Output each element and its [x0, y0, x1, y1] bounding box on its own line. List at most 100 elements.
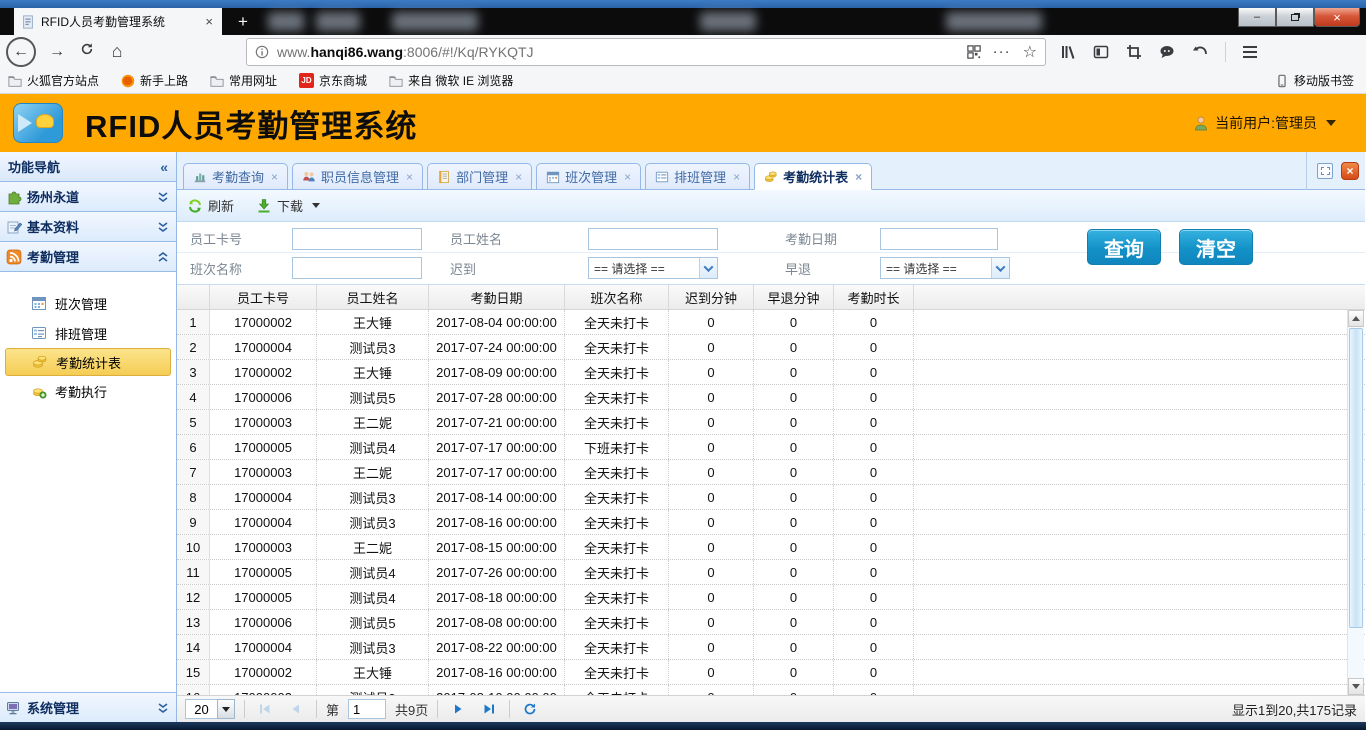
page-size-combo[interactable]: [185, 699, 235, 719]
browser-tab[interactable]: RFID人员考勤管理系统 ×: [14, 8, 222, 35]
tab-attendance-report[interactable]: 考勤统计表 ×: [754, 163, 872, 190]
page-number-input[interactable]: [348, 699, 386, 719]
vertical-scrollbar[interactable]: [1347, 310, 1364, 695]
table-row[interactable]: 3 17000002 王大锤 2017-08-09 00:00:00 全天未打卡…: [177, 360, 1365, 385]
table-row[interactable]: 6 17000005 测试员4 2017-07-17 00:00:00 下班未打…: [177, 435, 1365, 460]
sidebar-collapse-icon[interactable]: «: [160, 159, 168, 175]
chevron-down-icon[interactable]: [699, 258, 717, 278]
tab-close-icon[interactable]: ×: [406, 170, 413, 184]
tab-close-icon[interactable]: ×: [515, 170, 522, 184]
page-actions-icon[interactable]: ···: [993, 43, 1011, 60]
sidebar-group-attendance[interactable]: 考勤管理: [0, 242, 176, 272]
sidebar-toggle-icon[interactable]: [1093, 44, 1109, 60]
table-row[interactable]: 7 17000003 王二妮 2017-07-17 00:00:00 全天未打卡…: [177, 460, 1365, 485]
pager-refresh-button[interactable]: [519, 699, 541, 719]
sidebar-item-shift-management[interactable]: 班次管理: [5, 288, 171, 318]
table-row[interactable]: 14 17000004 测试员3 2017-08-22 00:00:00 全天未…: [177, 635, 1365, 660]
chat-bubble-icon[interactable]: [1159, 44, 1175, 60]
page-size-dropdown-icon[interactable]: [217, 699, 235, 719]
table-row[interactable]: 15 17000002 王大锤 2017-08-16 00:00:00 全天未打…: [177, 660, 1365, 685]
tab-close-icon[interactable]: ×: [271, 170, 278, 184]
current-user-menu[interactable]: 当前用户:管理员: [1193, 113, 1336, 133]
bookmark-item[interactable]: 来自 微软 IE 浏览器: [389, 72, 513, 89]
name-input[interactable]: [588, 228, 718, 250]
column-header[interactable]: 班次名称: [565, 285, 669, 309]
forward-button[interactable]: →: [42, 43, 72, 61]
table-row[interactable]: 10 17000003 王二妮 2017-08-15 00:00:00 全天未打…: [177, 535, 1365, 560]
undo-arrow-icon[interactable]: [1192, 44, 1208, 60]
sidebar-group-basic[interactable]: 基本资料: [0, 212, 176, 242]
next-page-button[interactable]: [447, 699, 469, 719]
minimize-button[interactable]: –: [1238, 8, 1276, 27]
window-close-button[interactable]: ×: [1314, 8, 1360, 27]
download-button[interactable]: 下载: [256, 196, 320, 215]
home-button[interactable]: ⌂: [102, 41, 132, 62]
date-cell: 2017-08-16 00:00:00: [429, 510, 565, 534]
refresh-button[interactable]: 刷新: [187, 196, 234, 215]
chevron-down-icon[interactable]: [991, 258, 1009, 278]
table-row[interactable]: 11 17000005 测试员4 2017-07-26 00:00:00 全天未…: [177, 560, 1365, 585]
scrollbar-thumb[interactable]: [1349, 328, 1363, 628]
table-row[interactable]: 13 17000006 测试员5 2017-08-08 00:00:00 全天未…: [177, 610, 1365, 635]
tab-close-icon[interactable]: ×: [855, 170, 862, 184]
sidebar-item-attendance-execute[interactable]: 考勤执行: [5, 376, 171, 406]
table-row[interactable]: 9 17000004 测试员3 2017-08-16 00:00:00 全天未打…: [177, 510, 1365, 535]
date-input[interactable]: [880, 228, 998, 250]
early-select[interactable]: == 请选择 ==: [880, 257, 1010, 279]
column-header[interactable]: 员工卡号: [210, 285, 317, 309]
sidebar-item-schedule-management[interactable]: 排班管理: [5, 318, 171, 348]
last-page-button[interactable]: [478, 699, 500, 719]
late-select[interactable]: == 请选择 ==: [588, 257, 718, 279]
scroll-up-button[interactable]: [1348, 310, 1364, 327]
tab-close-icon[interactable]: ×: [203, 14, 215, 29]
bookmark-item[interactable]: 常用网址: [210, 72, 277, 89]
qr-code-icon[interactable]: [967, 45, 981, 59]
sidebar-group-system[interactable]: 系统管理: [0, 692, 176, 722]
tab-close-icon[interactable]: ×: [733, 170, 740, 184]
table-row[interactable]: 12 17000005 测试员4 2017-08-18 00:00:00 全天未…: [177, 585, 1365, 610]
new-tab-button[interactable]: +: [230, 8, 256, 35]
sidebar: 功能导航 « 扬州永道 基本资料 考勤管理 班次管理: [0, 152, 177, 722]
column-header[interactable]: 员工姓名: [317, 285, 429, 309]
table-row[interactable]: 5 17000003 王二妮 2017-07-21 00:00:00 全天未打卡…: [177, 410, 1365, 435]
table-row[interactable]: 1 17000002 王大锤 2017-08-04 00:00:00 全天未打卡…: [177, 310, 1365, 335]
card-no-input[interactable]: [292, 228, 422, 250]
column-header[interactable]: 考勤日期: [429, 285, 565, 309]
url-bar[interactable]: www.hanqi86.wang:8006/#!/Kq/RYKQTJ ··· ☆: [246, 38, 1046, 66]
clear-button[interactable]: 清空: [1179, 229, 1253, 265]
query-button[interactable]: 查询: [1087, 229, 1161, 265]
column-header[interactable]: 迟到分钟: [669, 285, 754, 309]
screenshot-icon[interactable]: [1126, 44, 1142, 60]
table-row[interactable]: 8 17000004 测试员3 2017-08-14 00:00:00 全天未打…: [177, 485, 1365, 510]
tab-attendance-query[interactable]: 考勤查询 ×: [183, 163, 288, 190]
table-row[interactable]: 2 17000004 测试员3 2017-07-24 00:00:00 全天未打…: [177, 335, 1365, 360]
maximize-panel-icon[interactable]: [1317, 163, 1333, 179]
mobile-bookmarks-item[interactable]: 移动版书签: [1275, 72, 1354, 89]
bookmark-item[interactable]: 火狐官方站点: [8, 72, 99, 89]
first-page-button[interactable]: [254, 699, 276, 719]
table-row[interactable]: 4 17000006 测试员5 2017-07-28 00:00:00 全天未打…: [177, 385, 1365, 410]
shift-name-input[interactable]: [292, 257, 422, 279]
tab-department[interactable]: 部门管理 ×: [427, 163, 532, 190]
page-size-input[interactable]: [185, 699, 217, 719]
table-row[interactable]: 16 17000003 测试员3 2017-08-10 00:00:00 全天未…: [177, 685, 1365, 695]
prev-page-button[interactable]: [285, 699, 307, 719]
restore-button[interactable]: [1276, 8, 1314, 27]
bookmark-item[interactable]: 新手上路: [121, 72, 188, 89]
reload-button[interactable]: [72, 42, 102, 61]
tab-schedule-management[interactable]: 排班管理 ×: [645, 163, 750, 190]
column-header[interactable]: 早退分钟: [754, 285, 834, 309]
menu-hamburger-icon[interactable]: [1243, 46, 1257, 58]
sidebar-item-attendance-report[interactable]: 考勤统计表: [5, 348, 171, 376]
library-icon[interactable]: [1060, 44, 1076, 60]
column-header[interactable]: 考勤时长: [834, 285, 914, 309]
tab-shift-management[interactable]: 班次管理 ×: [536, 163, 641, 190]
tab-close-icon[interactable]: ×: [624, 170, 631, 184]
bookmark-item[interactable]: JD 京东商城: [299, 72, 367, 89]
back-button[interactable]: ←: [6, 37, 36, 67]
tab-employee-info[interactable]: 职员信息管理 ×: [292, 163, 423, 190]
close-panel-icon[interactable]: ×: [1341, 162, 1359, 180]
bookmark-star-icon[interactable]: ☆: [1023, 42, 1037, 62]
scroll-down-button[interactable]: [1348, 678, 1364, 695]
sidebar-group-yangzhou[interactable]: 扬州永道: [0, 182, 176, 212]
